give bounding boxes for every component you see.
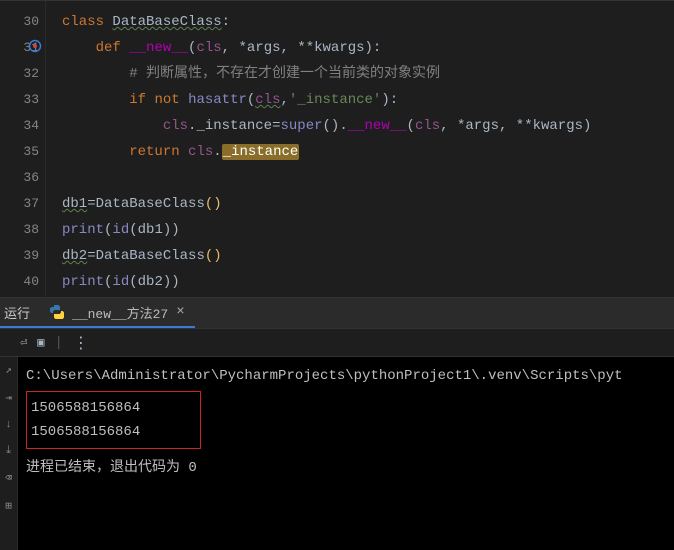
- close-icon[interactable]: ×: [176, 304, 184, 320]
- console-action-column: ↗ ⇥ ↓ ⤓ ⌫ ⊞: [0, 357, 18, 550]
- console-output[interactable]: C:\Users\Administrator\PycharmProjects\p…: [18, 357, 674, 550]
- editor-region: 30 31 32 33 34 35 36 37 38 39 40 class D…: [0, 0, 674, 297]
- selection-highlight: _instance: [222, 144, 300, 160]
- override-gutter-icon[interactable]: [28, 37, 42, 51]
- code-line: db1=DataBaseClass(): [46, 191, 674, 217]
- line-number: 40: [0, 269, 39, 295]
- line-number: 39: [0, 243, 39, 269]
- action-icon[interactable]: ↓: [5, 419, 12, 431]
- code-line: return cls._instance: [46, 139, 674, 165]
- code-line: db2=DataBaseClass(): [46, 243, 674, 269]
- code-line: cls._instance=super().__new__(cls, *args…: [46, 113, 674, 139]
- line-number: 35: [0, 139, 39, 165]
- line-number: 33: [0, 87, 39, 113]
- process-exit-line: 进程已结束，退出代码为 0: [26, 457, 666, 479]
- action-icon[interactable]: ⌫: [5, 471, 12, 485]
- highlighted-output-box: 1506588156864 1506588156864: [26, 391, 201, 449]
- action-icon[interactable]: ↗: [5, 363, 12, 377]
- code-line: print(id(db2)): [46, 269, 674, 295]
- separator: |: [54, 335, 62, 351]
- run-tab-label: __new__方法27: [72, 303, 168, 322]
- code-line: if not hasattr(cls,'_instance'):: [46, 87, 674, 113]
- line-number: 38: [0, 217, 39, 243]
- line-number: 36: [0, 165, 39, 191]
- stdout-line: 1506588156864: [31, 420, 140, 444]
- code-line: [46, 165, 674, 191]
- line-number: 37: [0, 191, 39, 217]
- line-number: 32: [0, 61, 39, 87]
- run-tool-label[interactable]: 运行: [0, 298, 40, 328]
- code-line: class DataBaseClass:: [46, 9, 674, 35]
- console-toolbar: ⏎ ▣ | ⋮: [0, 329, 674, 357]
- code-line: # 判断属性，不存在才创建一个当前类的对象实例: [46, 61, 674, 87]
- code-editor[interactable]: class DataBaseClass: def __new__(cls, *a…: [46, 1, 674, 297]
- python-file-icon: [50, 305, 64, 319]
- command-path: C:\Users\Administrator\PycharmProjects\p…: [26, 365, 666, 387]
- line-number: 34: [0, 113, 39, 139]
- code-line: print(id(db1)): [46, 217, 674, 243]
- run-tool-tabs: 运行 __new__方法27 ×: [0, 297, 674, 329]
- action-icon[interactable]: ⊞: [5, 499, 12, 513]
- run-console-region: ↗ ⇥ ↓ ⤓ ⌫ ⊞ C:\Users\Administrator\Pycha…: [0, 357, 674, 550]
- scroll-to-end-icon[interactable]: ▣: [37, 335, 44, 350]
- soft-wrap-icon[interactable]: ⏎: [20, 335, 27, 350]
- line-number-gutter: 30 31 32 33 34 35 36 37 38 39 40: [0, 1, 46, 297]
- code-line: def __new__(cls, *args, **kwargs):: [46, 35, 674, 61]
- action-icon[interactable]: ⇥: [5, 391, 12, 405]
- more-actions-icon[interactable]: ⋮: [73, 333, 91, 353]
- line-number: 30: [0, 9, 39, 35]
- action-icon[interactable]: ⤓: [6, 445, 11, 457]
- stdout-line: 1506588156864: [31, 396, 140, 420]
- run-tab[interactable]: __new__方法27 ×: [40, 298, 195, 328]
